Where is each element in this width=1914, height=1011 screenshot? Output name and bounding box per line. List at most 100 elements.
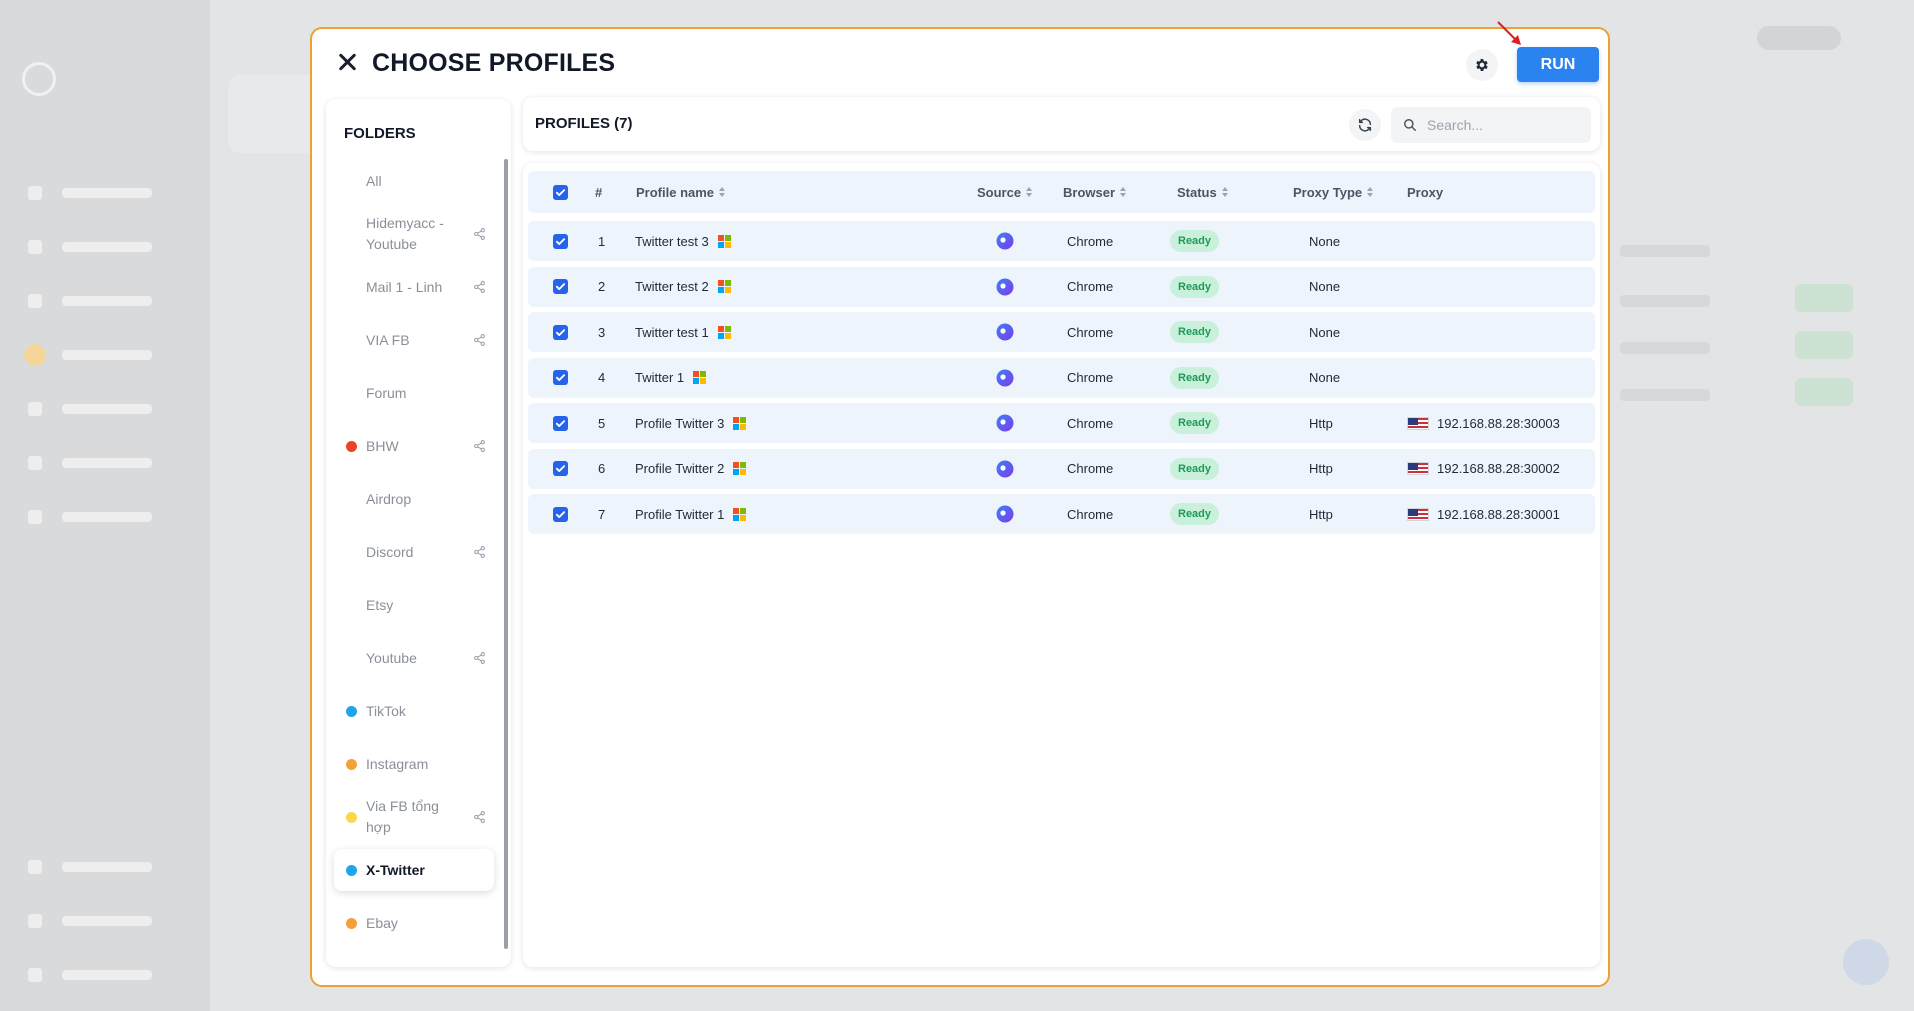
profiles-title: PROFILES (7) bbox=[535, 115, 633, 132]
hidemyacc-source-icon bbox=[996, 232, 1014, 250]
browser-cell: Chrome bbox=[1067, 506, 1114, 522]
proxy-address: 192.168.88.28:30002 bbox=[1437, 461, 1560, 476]
row-checkbox[interactable] bbox=[553, 324, 568, 340]
table-header: # Profile name Source Browser Status Pro… bbox=[528, 171, 1595, 213]
proxy-type-cell: None bbox=[1309, 233, 1341, 249]
column-header-proxy-type[interactable]: Proxy Type bbox=[1293, 171, 1374, 213]
check-icon bbox=[555, 374, 566, 381]
refresh-button[interactable] bbox=[1349, 109, 1381, 141]
status-badge: Ready bbox=[1170, 503, 1220, 525]
table-row[interactable]: 2 Twitter test 2 Chrome Ready None bbox=[528, 266, 1595, 307]
table-row[interactable]: 3 Twitter test 1 Chrome Ready None bbox=[528, 312, 1595, 352]
column-header-profile-name[interactable]: Profile name bbox=[636, 171, 726, 213]
background-nav-item-active bbox=[24, 344, 188, 366]
check-icon bbox=[555, 465, 566, 472]
background-nav-item bbox=[28, 400, 188, 418]
status-cell: Ready bbox=[1170, 494, 1220, 534]
source-cell bbox=[995, 449, 1015, 489]
folder-item[interactable]: Ebay bbox=[334, 901, 494, 945]
folder-item[interactable]: VIA FB bbox=[334, 318, 494, 362]
folder-item[interactable]: Via FB tổng hợp bbox=[334, 795, 494, 839]
share-icon[interactable] bbox=[473, 281, 486, 294]
proxy-cell: 192.168.88.28:30002 bbox=[1407, 449, 1560, 489]
table-row[interactable]: 6 Profile Twitter 2 Chrome Ready Http 192.168… bbox=[528, 448, 1595, 489]
sort-icon bbox=[719, 186, 726, 198]
folder-item[interactable]: Forum bbox=[334, 371, 494, 415]
search-input[interactable] bbox=[1427, 107, 1587, 143]
proxy-type-cell: Http bbox=[1309, 506, 1333, 522]
share-icon[interactable] bbox=[473, 440, 486, 453]
folder-item[interactable]: Mail 1 - Linh bbox=[334, 265, 494, 309]
folder-item[interactable]: X-Twitter bbox=[334, 849, 494, 891]
folder-item[interactable]: Airdrop bbox=[334, 477, 494, 521]
share-icon[interactable] bbox=[473, 652, 486, 665]
column-header-status[interactable]: Status bbox=[1177, 171, 1229, 213]
table-row[interactable]: 5 Profile Twitter 3 Chrome Ready Http 192.168… bbox=[528, 403, 1595, 443]
background-nav-item bbox=[28, 292, 188, 310]
folder-label: BHW bbox=[366, 437, 399, 454]
background-pill bbox=[1757, 26, 1841, 50]
us-flag-icon bbox=[1407, 416, 1429, 430]
background-nav-item bbox=[28, 966, 188, 984]
source-cell bbox=[995, 221, 1015, 261]
status-cell: Ready bbox=[1170, 358, 1220, 398]
folder-item[interactable]: Youtube bbox=[334, 636, 494, 680]
background-nav-item bbox=[28, 912, 188, 930]
table-row[interactable]: 7 Profile Twitter 1 Chrome Ready Http 192.168… bbox=[528, 494, 1595, 534]
profile-name: Profile Twitter 2 bbox=[635, 461, 725, 476]
folder-label: Forum bbox=[366, 384, 407, 401]
folder-item[interactable]: Hidemyacc - Youtube bbox=[334, 212, 494, 256]
source-cell bbox=[995, 267, 1015, 307]
run-button[interactable]: RUN bbox=[1517, 47, 1599, 82]
table-row[interactable]: 4 Twitter 1 Chrome Ready None bbox=[528, 357, 1595, 398]
proxy-type-cell: None bbox=[1309, 279, 1341, 294]
folder-label: Airdrop bbox=[366, 490, 412, 507]
select-all-checkbox[interactable] bbox=[553, 171, 568, 213]
row-index: 7 bbox=[598, 506, 606, 522]
check-icon bbox=[555, 510, 566, 518]
background-nav-item bbox=[28, 184, 188, 202]
folder-label: All bbox=[366, 172, 382, 189]
row-index: 2 bbox=[598, 279, 606, 294]
folder-label: Youtube bbox=[366, 649, 417, 666]
check-icon bbox=[555, 419, 566, 427]
proxy-address: 192.168.88.28:30001 bbox=[1437, 506, 1560, 522]
column-header-browser[interactable]: Browser bbox=[1063, 171, 1127, 213]
folder-item[interactable]: All bbox=[334, 159, 494, 203]
close-icon[interactable] bbox=[334, 49, 360, 75]
background-nav-item bbox=[28, 508, 188, 526]
folder-color-dot bbox=[346, 705, 357, 717]
row-index: 4 bbox=[598, 370, 606, 385]
windows-icon bbox=[733, 507, 747, 521]
share-icon[interactable] bbox=[473, 228, 486, 241]
arrow-annotation-icon bbox=[1497, 21, 1521, 45]
folder-item[interactable]: BHW bbox=[334, 424, 494, 468]
profile-name-cell: Twitter test 2 bbox=[635, 267, 731, 307]
settings-gear-button[interactable] bbox=[1466, 49, 1498, 81]
row-checkbox[interactable] bbox=[553, 415, 568, 431]
row-checkbox[interactable] bbox=[553, 506, 568, 522]
folder-item[interactable]: Etsy bbox=[334, 583, 494, 627]
row-checkbox[interactable] bbox=[553, 279, 568, 294]
folder-list: All Hidemyacc - Youtube Mail 1 - Linh VIA F… bbox=[326, 159, 502, 967]
folder-item[interactable]: Instagram bbox=[334, 742, 494, 786]
folder-label: Ebay bbox=[366, 914, 398, 931]
table-row[interactable]: 1 Twitter test 3 Chrome Ready None bbox=[528, 221, 1595, 261]
source-cell bbox=[995, 312, 1015, 352]
share-icon[interactable] bbox=[473, 334, 486, 347]
share-icon[interactable] bbox=[473, 811, 486, 824]
row-checkbox[interactable] bbox=[553, 233, 568, 249]
browser-cell: Chrome bbox=[1067, 370, 1114, 385]
browser-cell: Chrome bbox=[1067, 461, 1114, 476]
column-header-source[interactable]: Source bbox=[977, 171, 1033, 213]
folder-item[interactable]: Discord bbox=[334, 530, 494, 574]
row-checkbox[interactable] bbox=[553, 461, 568, 476]
status-cell: Ready bbox=[1170, 267, 1220, 307]
folders-scrollbar[interactable] bbox=[504, 159, 508, 949]
row-checkbox[interactable] bbox=[553, 370, 568, 385]
sort-icon bbox=[1221, 186, 1229, 198]
proxy-type-cell: None bbox=[1309, 370, 1341, 385]
share-icon[interactable] bbox=[473, 546, 486, 559]
background-nav-item bbox=[28, 454, 188, 472]
folder-item[interactable]: TikTok bbox=[334, 689, 494, 733]
